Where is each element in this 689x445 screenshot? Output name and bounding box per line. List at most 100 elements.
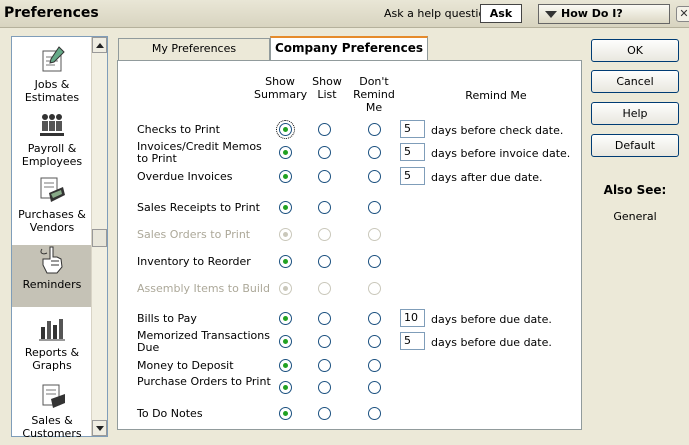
reminder-label: Assembly Items to Build — [137, 282, 270, 295]
radio-show-summary[interactable] — [279, 146, 292, 159]
radio-show-list[interactable] — [318, 335, 331, 348]
sidebar-item-reminders[interactable]: Reminders — [12, 245, 92, 307]
company-preferences-panel: Show Summary Show List Don't Remind Me R… — [117, 60, 582, 430]
tab-company-preferences[interactable]: Company Preferences — [270, 36, 428, 61]
also-see-heading: Also See: — [603, 183, 667, 197]
radio-show-summary[interactable] — [279, 312, 292, 325]
sidebar-item-reports-graphs[interactable]: Reports & Graphs — [12, 313, 92, 372]
reminder-label: Invoices/Credit Memos to Print — [137, 140, 262, 165]
radio-dont-remind[interactable] — [368, 335, 381, 348]
radio-show-list[interactable] — [318, 123, 331, 136]
purchases-icon — [40, 177, 65, 202]
cancel-button[interactable]: Cancel — [591, 70, 679, 93]
also-see-general-link[interactable]: General — [591, 210, 679, 223]
radio-dont-remind[interactable] — [368, 146, 381, 159]
radio-show-summary — [279, 282, 292, 295]
sidebar-item-payroll-employees[interactable]: Payroll & Employees — [12, 109, 92, 168]
radio-show-list[interactable] — [318, 170, 331, 183]
sidebar-item-sales-customers[interactable]: Sales & Customers — [12, 381, 92, 440]
ok-button[interactable]: OK — [591, 39, 679, 62]
sales-icon — [42, 384, 65, 408]
ask-button[interactable]: Ask — [480, 4, 522, 23]
reminder-label: Bills to Pay — [137, 312, 197, 325]
remind-days-input[interactable]: 5 — [400, 167, 425, 185]
remind-days-input[interactable]: 10 — [400, 309, 425, 327]
people-icon — [40, 114, 64, 136]
radio-show-list[interactable] — [318, 381, 331, 394]
preferences-category-list: Jobs & Estimates Payroll & Employees Pur… — [11, 36, 108, 440]
column-header-show-summary: Show Summary — [254, 75, 308, 101]
sidebar-item-jobs-estimates[interactable]: Jobs & Estimates — [12, 45, 92, 104]
scroll-down-button[interactable] — [92, 420, 107, 436]
notepad-icon — [42, 46, 65, 72]
sidebar-item-label: Reminders — [22, 278, 82, 291]
reminder-label: To Do Notes — [137, 407, 203, 420]
column-header-remind-me: Remind Me — [465, 89, 527, 102]
reminder-label: Inventory to Reorder — [137, 255, 251, 268]
scroll-thumb[interactable] — [92, 229, 107, 247]
window-title: Preferences — [4, 5, 99, 21]
radio-dont-remind[interactable] — [368, 381, 381, 394]
radio-show-summary[interactable] — [276, 120, 295, 139]
radio-show-summary[interactable] — [279, 359, 292, 372]
chevron-up-icon — [96, 43, 104, 48]
radio-show-summary[interactable] — [279, 335, 292, 348]
sidebar-item-label: Purchases & Vendors — [18, 208, 86, 234]
remind-days-text: days after due date. — [431, 171, 543, 184]
radio-show-list[interactable] — [318, 255, 331, 268]
sidebar-item-purchases-vendors[interactable]: Purchases & Vendors — [12, 175, 92, 235]
reminder-label: Memorized Transactions Due — [137, 329, 270, 354]
radio-dont-remind — [368, 282, 381, 295]
remind-days-input[interactable]: 5 — [400, 143, 425, 161]
radio-dont-remind[interactable] — [368, 201, 381, 214]
radio-dont-remind[interactable] — [368, 407, 381, 420]
radio-show-summary[interactable] — [279, 381, 292, 394]
radio-dont-remind[interactable] — [368, 123, 381, 136]
sidebar-scrollbar[interactable] — [91, 37, 107, 436]
remind-days-text: days before due date. — [431, 313, 552, 326]
reminder-label: Money to Deposit — [137, 359, 234, 372]
radio-show-list[interactable] — [318, 201, 331, 214]
radio-show-list[interactable] — [318, 312, 331, 325]
radio-show-list[interactable] — [318, 146, 331, 159]
radio-show-summary[interactable] — [279, 255, 292, 268]
column-header-dont-remind: Don't Remind Me — [353, 75, 395, 114]
radio-dont-remind[interactable] — [368, 255, 381, 268]
sidebar-item-label: Payroll & Employees — [21, 142, 83, 168]
remind-days-text: days before due date. — [431, 336, 552, 349]
reminder-label: Purchase Orders to Print — [137, 375, 271, 388]
radio-show-list — [318, 228, 331, 241]
remind-days-text: days before check date. — [431, 124, 564, 137]
radio-show-list — [318, 282, 331, 295]
sidebar-item-label: Sales & Customers — [22, 414, 82, 440]
radio-dont-remind — [368, 228, 381, 241]
remind-days-input[interactable]: 5 — [400, 120, 425, 138]
radio-show-summary[interactable] — [279, 170, 292, 183]
radio-show-list[interactable] — [318, 359, 331, 372]
triangle-down-icon — [545, 11, 557, 18]
radio-show-summary[interactable] — [279, 201, 292, 214]
how-do-i-button[interactable]: How Do I? — [538, 4, 670, 24]
hand-finger-icon — [40, 246, 63, 274]
radio-show-list[interactable] — [318, 407, 331, 420]
how-do-i-label: How Do I? — [561, 7, 623, 20]
tab-my-preferences[interactable]: My Preferences — [118, 38, 270, 60]
remind-days-text: days before invoice date. — [431, 147, 571, 160]
radio-show-summary — [279, 228, 292, 241]
scroll-up-button[interactable] — [92, 37, 107, 53]
help-button[interactable]: Help — [591, 102, 679, 125]
remind-days-input[interactable]: 5 — [400, 332, 425, 350]
radio-show-summary[interactable] — [279, 407, 292, 420]
sidebar-item-label: Reports & Graphs — [24, 346, 80, 372]
reminder-label: Sales Receipts to Print — [137, 201, 260, 214]
title-bar: Preferences Ask a help question Ask How … — [0, 0, 689, 28]
column-header-show-list: Show List — [312, 75, 342, 101]
help-question-label: Ask a help question — [384, 7, 493, 20]
close-icon[interactable]: ✕ — [676, 6, 689, 22]
radio-dont-remind[interactable] — [368, 312, 381, 325]
radio-dont-remind[interactable] — [368, 359, 381, 372]
radio-dont-remind[interactable] — [368, 170, 381, 183]
sidebar-item-label: Jobs & Estimates — [24, 78, 80, 104]
chevron-down-icon — [96, 426, 104, 431]
default-button[interactable]: Default — [591, 134, 679, 157]
